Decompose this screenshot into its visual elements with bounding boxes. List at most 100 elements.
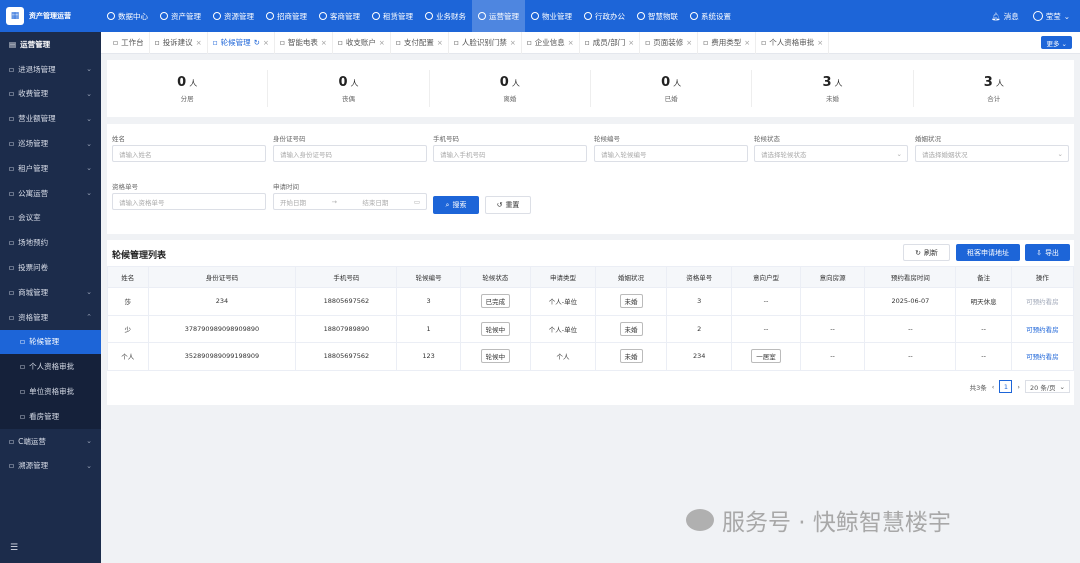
sidebar-collapse-icon[interactable]: ☰ [10,543,18,553]
tab-2[interactable]: ▫ 轮候管理 ↻ × [208,31,275,54]
app-logo[interactable]: ▦ 资产管理运营 [0,0,101,32]
topnav-item-4[interactable]: 客商管理 [313,0,366,32]
apply-time-range-picker[interactable]: 开始日期 → 结束日期 ▭ [273,193,427,210]
cube-icon [160,12,168,20]
marital-select[interactable]: 请选择婚姻状况 ⌄ [915,145,1069,162]
tab-6[interactable]: ▫ 人脸识别门禁 × [449,31,522,54]
cell-op: 可预约看房 [1010,342,1075,371]
close-icon[interactable]: × [628,39,634,47]
sidebar-item-3[interactable]: ▫ 巡场管理 ⌄ [0,131,101,156]
close-icon[interactable]: × [379,39,385,47]
close-icon[interactable]: × [437,39,443,47]
sidebar-item-4[interactable]: ▫ 租户管理 ⌄ [0,156,101,181]
topnav-item-3[interactable]: 招商管理 [260,0,313,32]
reset-button[interactable]: ↺ 重置 [485,196,531,214]
house-icon [266,12,274,20]
book-viewing-link[interactable]: 可预约看房 [1026,353,1059,361]
close-icon[interactable]: × [196,39,202,47]
sidebar: ▤ 运营管理 ▫ 进退场管理 ⌄ ▫ 收费管理 ⌄ ▫ 营业额管理 ⌄ ▫ 巡场管理 ⌄ ▫ 租户管理 ⌄ ▫… [0,32,101,563]
topnav-item-0[interactable]: 数据中心 [101,0,154,32]
enter-exit-icon: ▫ [9,64,15,74]
close-icon[interactable]: × [321,39,327,47]
tenant-apply-address-button[interactable]: 租客申请地址 [956,244,1020,261]
messages-button[interactable]: 🔔︎ 消息 [991,11,1019,22]
sidebar-sub-item-label: 单位资格审批 [29,387,75,397]
cell-text: 明天休息 [970,298,997,307]
topnav-item-6[interactable]: 业务财务 [419,0,472,32]
topnav-item-7[interactable]: 运营管理 [472,0,525,32]
sidebar-item-label: 商城管理 [18,287,49,297]
topnav-item-2[interactable]: 资源管理 [207,0,260,32]
tab-3[interactable]: ▫ 智能电表 × [275,31,333,54]
cell-idcard: 352890989099198909 [147,342,297,371]
page-size-select[interactable]: 20 条/页 ⌄ [1025,380,1070,393]
close-icon[interactable]: × [686,39,692,47]
topnav-item-10[interactable]: 智慧物联 [631,0,684,32]
close-icon[interactable]: × [817,39,823,47]
queue-no-input[interactable]: 请输入轮候编号 [594,145,748,162]
sidebar-head[interactable]: ▤ 运营管理 [0,32,101,57]
topnav-item-label: 资产管理 [171,11,201,21]
tab-8[interactable]: ▫ 成员/部门 × [580,31,641,54]
topnav-item-5[interactable]: 租赁管理 [366,0,419,32]
book-viewing-link[interactable]: 可预约看房 [1026,298,1059,306]
next-page-button[interactable]: › [1017,383,1020,391]
cell-type: 个人 [529,342,596,371]
search-button[interactable]: ⌕ 搜索 [433,196,479,214]
sidebar-item-2[interactable]: ▫ 营业额管理 ⌄ [0,106,101,131]
tab-9[interactable]: ▫ 页面装修 × [640,31,699,54]
topnav-item-11[interactable]: 系统设置 [684,0,737,32]
sidebar-sub-item-2[interactable]: ▫ 单位资格审批 [0,379,101,404]
sidebar-after-item-0[interactable]: ▫ C端运营 ⌄ [0,429,101,454]
idcard-input[interactable]: 请输入身份证号码 [273,145,427,162]
cell-idcard: 378790989098909890 [147,314,297,343]
export-button[interactable]: ⇩ 导出 [1025,244,1070,261]
phone-input[interactable]: 请输入手机号码 [433,145,587,162]
topnav-item-8[interactable]: 物业管理 [525,0,578,32]
tab-4[interactable]: ▫ 收支账户 × [333,31,391,54]
sidebar-item-9[interactable]: ▫ 商城管理 ⌄ [0,280,101,305]
sidebar-sub-item-3[interactable]: ▫ 看房管理 [0,403,101,429]
calendar-icon: ▭ [413,197,420,206]
close-icon[interactable]: × [744,39,750,47]
qual-no-input[interactable]: 请输入资格单号 [112,193,266,210]
refresh-button[interactable]: ↻ 刷新 [903,244,950,261]
stat-unit: 人 [995,78,1004,88]
page-number-button[interactable]: 1 [999,380,1013,393]
prev-page-button[interactable]: ‹ [992,383,995,391]
tab-1[interactable]: ▫ 投诉建议 × [150,31,208,54]
tab-0[interactable]: ▫ 工作台 [108,31,150,54]
chevron-icon: ⌄ [86,288,92,297]
tab-10[interactable]: ▫ 费用类型 × [698,31,757,54]
book-viewing-link[interactable]: 可预约看房 [1026,326,1059,334]
tab-7[interactable]: ▫ 企业信息 × [522,31,580,54]
cell-layout: -- [731,314,801,343]
cell-text: 个人 [121,353,135,362]
refresh-icon[interactable]: ↻ [254,38,260,47]
sidebar-after-item-1[interactable]: ▫ 溯源管理 ⌄ [0,454,101,479]
topnav-item-9[interactable]: 行政办公 [578,0,631,32]
tab-11[interactable]: ▫ 个人资格审批 × [756,31,830,54]
more-tabs-button[interactable]: 更多 ⌄ [1041,36,1072,49]
close-icon[interactable]: × [568,39,574,47]
tab-5[interactable]: ▫ 支付配置 × [391,31,449,54]
stat-value: 3人 [914,75,1074,90]
sidebar-item-5[interactable]: ▫ 公寓运营 ⌄ [0,181,101,206]
sidebar-sub-item-0[interactable]: ▫ 轮候管理 [0,329,101,355]
sidebar-item-0[interactable]: ▫ 进退场管理 ⌄ [0,57,101,82]
close-icon[interactable]: × [263,39,269,47]
name-input[interactable]: 请输入姓名 [112,145,266,162]
close-icon[interactable]: × [510,39,516,47]
sidebar-item-6[interactable]: ▫ 会议室 [0,206,101,231]
cell-house [799,287,866,316]
sidebar-sub-item-1[interactable]: ▫ 个人资格审批 [0,354,101,380]
sidebar-item-1[interactable]: ▫ 收费管理 ⌄ [0,82,101,107]
sidebar-item-8[interactable]: ▫ 投票问卷 [0,255,101,280]
marital-tag: 未婚 [619,294,643,309]
queue-status-select[interactable]: 请选择轮候状态 ⌄ [754,145,908,162]
sidebar-item-7[interactable]: ▫ 场地预约 [0,230,101,255]
topnav-item-1[interactable]: 资产管理 [154,0,207,32]
sidebar-item-10[interactable]: ▫ 资格管理 ⌃ [0,305,101,330]
stat-number: 0 [499,74,509,90]
user-menu[interactable]: 莹莹 ⌄ [1032,11,1070,22]
